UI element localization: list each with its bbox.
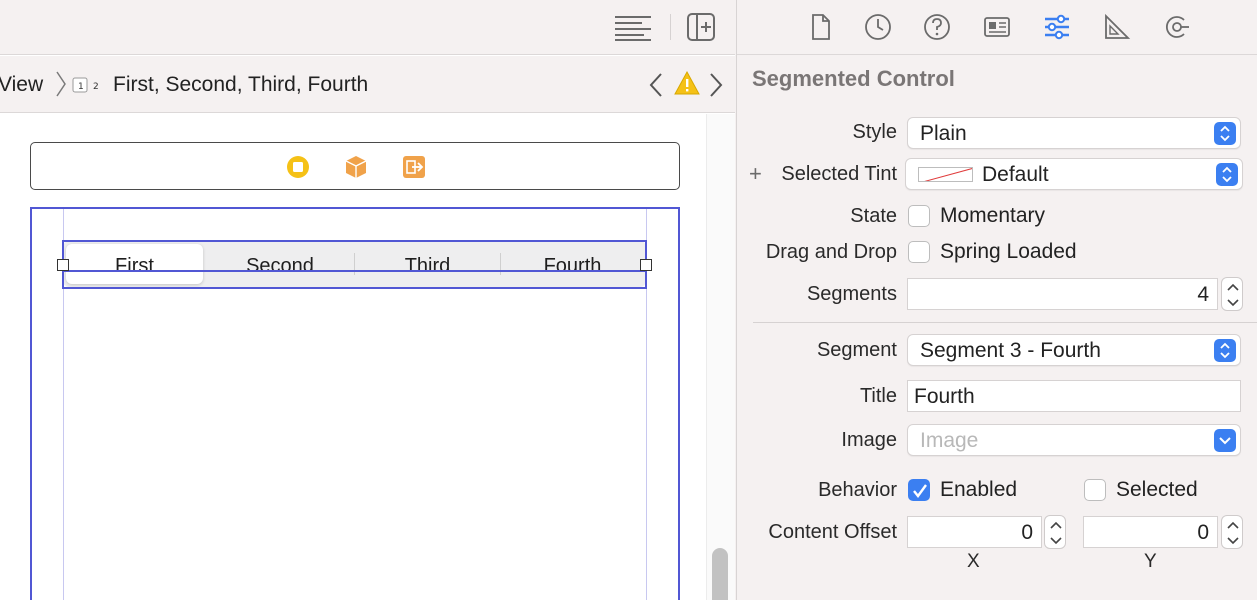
content-offset-label: Content Offset [768, 521, 897, 543]
connections-inspector-icon[interactable] [1162, 12, 1192, 42]
editor-toolbar [0, 0, 735, 55]
resize-handle-right[interactable] [640, 259, 652, 271]
chevron-right-icon [55, 70, 67, 103]
vertical-scrollbar[interactable] [706, 114, 735, 600]
identity-inspector-icon[interactable] [982, 12, 1012, 42]
image-combo[interactable]: Image [907, 424, 1241, 456]
chevron-down-icon[interactable] [1214, 429, 1236, 452]
segments-value: 4 [1197, 283, 1209, 306]
popup-arrows-icon [1214, 122, 1236, 145]
image-label: Image [841, 429, 897, 451]
section-title: Segmented Control [752, 66, 955, 91]
quick-help-icon[interactable] [922, 12, 952, 42]
segments-label: Segments [806, 283, 897, 305]
segment-value: Segment 3 - Fourth [920, 339, 1101, 362]
state-label: State [850, 205, 897, 227]
color-swatch [918, 167, 973, 182]
section-divider [753, 322, 1257, 323]
popup-arrows-icon [1214, 339, 1236, 362]
spring-loaded-label: Spring Loaded [940, 240, 1077, 263]
title-field[interactable]: Fourth [907, 380, 1241, 412]
scrollbar-thumb[interactable] [712, 548, 728, 600]
spring-loaded-checkbox[interactable] [908, 241, 930, 263]
attributes-inspector-icon[interactable] [1042, 12, 1072, 42]
segmented-control-icon: 1 2 [72, 75, 104, 100]
segment-label: Segment [816, 339, 897, 361]
segments-field[interactable]: 4 [907, 278, 1218, 310]
offset-x-stepper[interactable] [1044, 515, 1066, 549]
momentary-label: Momentary [940, 204, 1046, 227]
enabled-checkbox[interactable] [908, 479, 930, 501]
drag-drop-label: Drag and Drop [765, 241, 897, 263]
selected-tint-value: Default [982, 163, 1049, 186]
offset-y-stepper[interactable] [1221, 515, 1243, 549]
back-chevron-icon[interactable] [649, 72, 663, 103]
selected-tint-label: Selected Tint [781, 163, 897, 185]
inspector-tabs [737, 0, 1257, 55]
selection-guide-line [62, 270, 647, 272]
scene-dock[interactable] [30, 142, 680, 190]
breadcrumb-view[interactable]: View [0, 73, 43, 97]
title-value: Fourth [914, 385, 975, 408]
warning-icon[interactable] [674, 70, 700, 101]
offset-y-axis-label: Y [1144, 551, 1157, 572]
segments-stepper[interactable] [1221, 277, 1243, 311]
toolbar-separator [670, 14, 671, 40]
style-popup[interactable]: Plain [907, 117, 1241, 149]
segment-popup[interactable]: Segment 3 - Fourth [907, 334, 1241, 366]
offset-x-value: 0 [1021, 521, 1033, 544]
selected-label: Selected [1116, 478, 1198, 501]
svg-text:1: 1 [78, 82, 84, 92]
resize-handle-left[interactable] [57, 259, 69, 271]
forward-chevron-icon[interactable] [709, 72, 723, 103]
offset-y-field[interactable]: 0 [1083, 516, 1218, 548]
history-inspector-icon[interactable] [863, 12, 893, 42]
behavior-label: Behavior [818, 479, 897, 501]
offset-x-axis-label: X [967, 551, 980, 572]
selection-outline [62, 240, 647, 289]
first-responder-icon[interactable] [344, 155, 368, 179]
add-editor-icon[interactable] [687, 13, 715, 46]
size-inspector-icon[interactable] [1102, 12, 1132, 42]
breadcrumb-segmented-control[interactable]: First, Second, Third, Fourth [113, 73, 368, 97]
add-variation-icon[interactable]: + [749, 161, 762, 187]
offset-x-field[interactable]: 0 [907, 516, 1042, 548]
style-value: Plain [920, 122, 967, 145]
momentary-checkbox[interactable] [908, 205, 930, 227]
title-label: Title [859, 385, 897, 407]
jump-bar: View 1 2 First, Second, Third, Fourth [0, 56, 735, 113]
inspector-pane: Segmented Control Style Plain + Selected… [736, 0, 1257, 600]
popup-arrows-icon [1216, 163, 1238, 186]
svg-text:2: 2 [93, 82, 99, 92]
selected-checkbox[interactable] [1084, 479, 1106, 501]
style-label: Style [852, 121, 897, 143]
file-inspector-icon[interactable] [805, 12, 835, 42]
view-controller-icon[interactable] [286, 155, 310, 179]
offset-y-value: 0 [1197, 521, 1209, 544]
editor-lines-icon[interactable] [614, 13, 652, 46]
exit-icon[interactable] [402, 155, 426, 179]
image-placeholder: Image [920, 429, 979, 452]
canvas-editor: View 1 2 First, Second, Third, Fourth Fi… [0, 0, 735, 600]
selected-tint-popup[interactable]: Default [905, 158, 1243, 190]
enabled-label: Enabled [940, 478, 1018, 501]
